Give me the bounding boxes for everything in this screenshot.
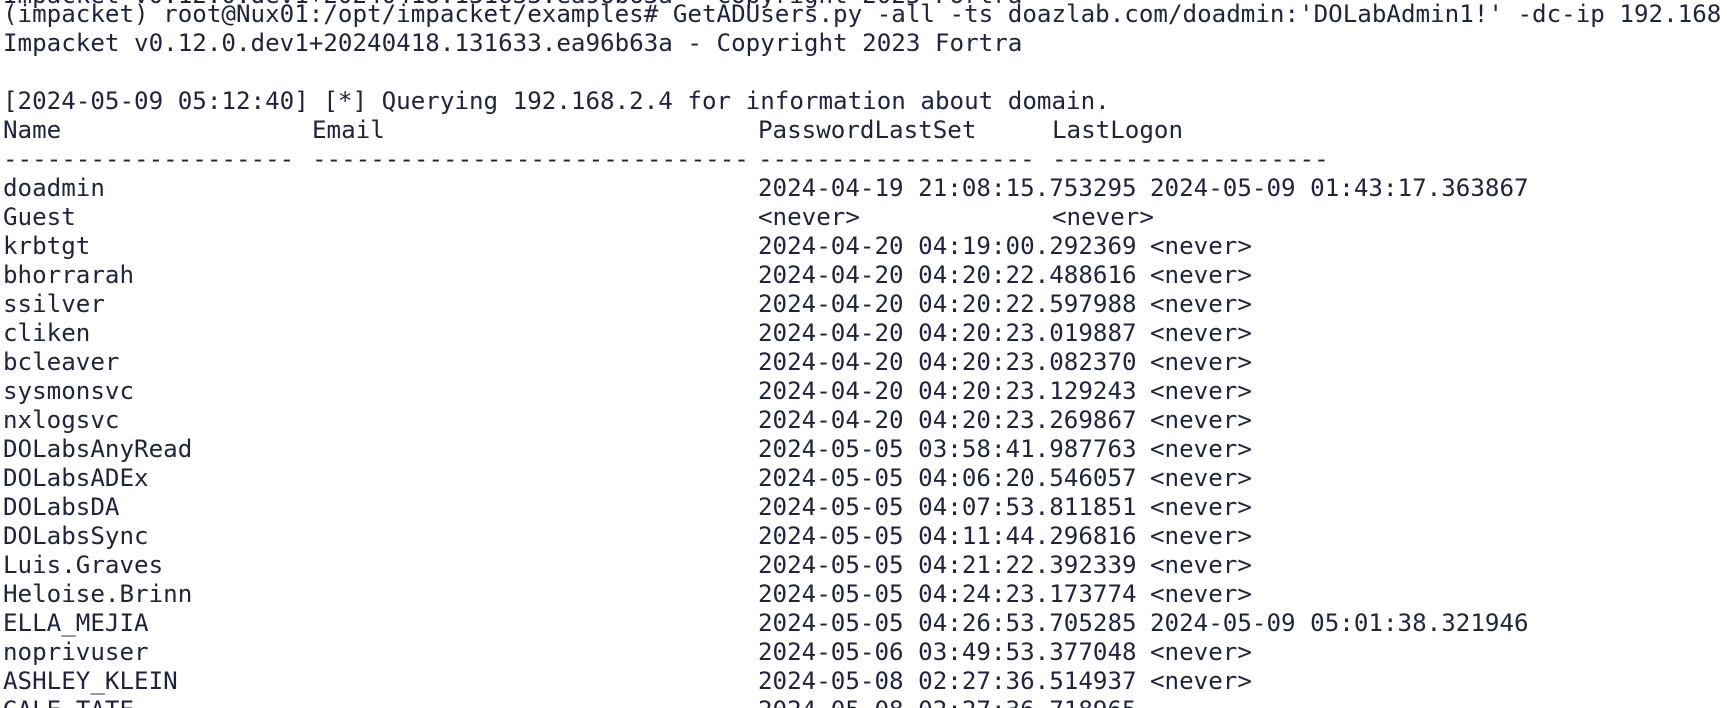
password-last-set-cell: 2024-05-05 03:58:41.987763 bbox=[758, 435, 1137, 463]
user-name-cell: nxlogsvc bbox=[3, 406, 120, 434]
last-logon-cell: <never> bbox=[1150, 580, 1252, 608]
password-last-set-cell: 2024-04-20 04:20:22.597988 bbox=[758, 290, 1137, 318]
separator-name: -------------------- bbox=[3, 145, 295, 173]
password-last-set-cell: 2024-04-20 04:20:23.019887 bbox=[758, 319, 1137, 347]
password-last-set-cell: 2024-05-08 02:27:36.514937 bbox=[758, 667, 1137, 695]
separator-password-last-set: ------------------- bbox=[758, 145, 1035, 173]
last-logon-cell: 2024-05-09 05:01:38.321946 bbox=[1150, 609, 1529, 637]
password-last-set-cell: 2024-04-19 21:08:15.753295 bbox=[758, 174, 1137, 202]
terminal-window[interactable]: Impacket v0.12.0.dev1+20240418.131633.ea… bbox=[0, 0, 1727, 708]
user-name-cell: DOLabsSync bbox=[3, 522, 149, 550]
header-last-logon: LastLogon bbox=[1052, 116, 1184, 144]
password-last-set-cell: 2024-05-05 04:24:23.173774 bbox=[758, 580, 1137, 608]
password-last-set-cell: 2024-05-05 04:21:22.392339 bbox=[758, 551, 1137, 579]
user-name-cell: ELLA_MEJIA bbox=[3, 609, 149, 637]
password-last-set-cell: 2024-05-05 04:26:53.705285 bbox=[758, 609, 1137, 637]
password-last-set-cell: <never> bbox=[758, 203, 860, 231]
user-name-cell: Guest bbox=[3, 203, 76, 231]
last-logon-cell: <never> bbox=[1150, 464, 1252, 492]
last-logon-cell: 2024-05-09 01:43:17.363867 bbox=[1150, 174, 1529, 202]
last-logon-cell: <never> bbox=[1150, 435, 1252, 463]
user-name-cell: DOLabsDA bbox=[3, 493, 120, 521]
password-last-set-cell: 2024-05-05 04:11:44.296816 bbox=[758, 522, 1137, 550]
last-logon-cell: <never> bbox=[1052, 203, 1154, 231]
user-name-cell: noprivuser bbox=[3, 638, 149, 666]
password-last-set-cell: 2024-04-20 04:20:22.488616 bbox=[758, 261, 1137, 289]
user-name-cell: DOLabsADEx bbox=[3, 464, 149, 492]
last-logon-cell: <never> bbox=[1150, 667, 1252, 695]
user-name-cell: Heloise.Brinn bbox=[3, 580, 193, 608]
user-name-cell: krbtgt bbox=[3, 232, 91, 260]
password-last-set-cell: 2024-04-20 04:20:23.082370 bbox=[758, 348, 1137, 376]
password-last-set-cell: 2024-04-20 04:20:23.269867 bbox=[758, 406, 1137, 434]
user-name-cell: ASHLEY_KLEIN bbox=[3, 667, 178, 695]
password-last-set-cell: 2024-05-08 02:27:36.718965 bbox=[758, 696, 1137, 708]
last-logon-cell: <never> bbox=[1150, 551, 1252, 579]
last-logon-cell: <never> bbox=[1150, 493, 1252, 521]
table-separator: -------------------- -------------------… bbox=[3, 145, 1329, 174]
last-logon-cell: <never> bbox=[1150, 522, 1252, 550]
password-last-set-cell: 2024-05-05 04:06:20.546057 bbox=[758, 464, 1137, 492]
user-name-cell: cliken bbox=[3, 319, 91, 347]
last-logon-cell: <never> bbox=[1150, 261, 1252, 289]
user-name-cell: doadmin bbox=[3, 174, 105, 202]
header-password-last-set: PasswordLastSet bbox=[758, 116, 977, 144]
user-name-cell: bcleaver bbox=[3, 348, 120, 376]
last-logon-cell: <never> bbox=[1150, 377, 1252, 405]
user-name-cell: Luis.Graves bbox=[3, 551, 164, 579]
banner-line: Impacket v0.12.0.dev1+20240418.131633.ea… bbox=[3, 29, 1023, 57]
password-last-set-cell: 2024-04-20 04:20:23.129243 bbox=[758, 377, 1137, 405]
last-logon-cell: <never> bbox=[1150, 406, 1252, 434]
last-logon-cell: <never> bbox=[1150, 348, 1252, 376]
last-logon-cell: <never> bbox=[1150, 638, 1252, 666]
password-last-set-cell: 2024-05-06 03:49:53.377048 bbox=[758, 638, 1137, 666]
last-logon-cell: <never> bbox=[1150, 290, 1252, 318]
password-last-set-cell: 2024-05-05 04:07:53.811851 bbox=[758, 493, 1137, 521]
user-name-cell: GALE_TATE bbox=[3, 696, 134, 708]
command-prompt-line: (impacket) root@Nux01:/opt/impacket/exam… bbox=[3, 0, 1727, 28]
user-name-cell: DOLabsAnyRead bbox=[3, 435, 193, 463]
status-line: [2024-05-09 05:12:40] [*] Querying 192.1… bbox=[3, 87, 1110, 115]
separator-email: ------------------------------ bbox=[312, 145, 749, 173]
password-last-set-cell: 2024-04-20 04:19:00.292369 bbox=[758, 232, 1137, 260]
user-name-cell: bhorrarah bbox=[3, 261, 135, 289]
separator-last-logon: ------------------- bbox=[1052, 145, 1329, 173]
header-email: Email bbox=[312, 116, 385, 144]
user-name-cell: ssilver bbox=[3, 290, 105, 318]
last-logon-cell: <never> bbox=[1150, 319, 1252, 347]
last-logon-cell: <never> bbox=[1150, 232, 1252, 260]
user-name-cell: sysmonsvc bbox=[3, 377, 135, 405]
table-header: Name Email PasswordLastSet LastLogon bbox=[3, 116, 1183, 145]
header-name: Name bbox=[3, 116, 62, 144]
